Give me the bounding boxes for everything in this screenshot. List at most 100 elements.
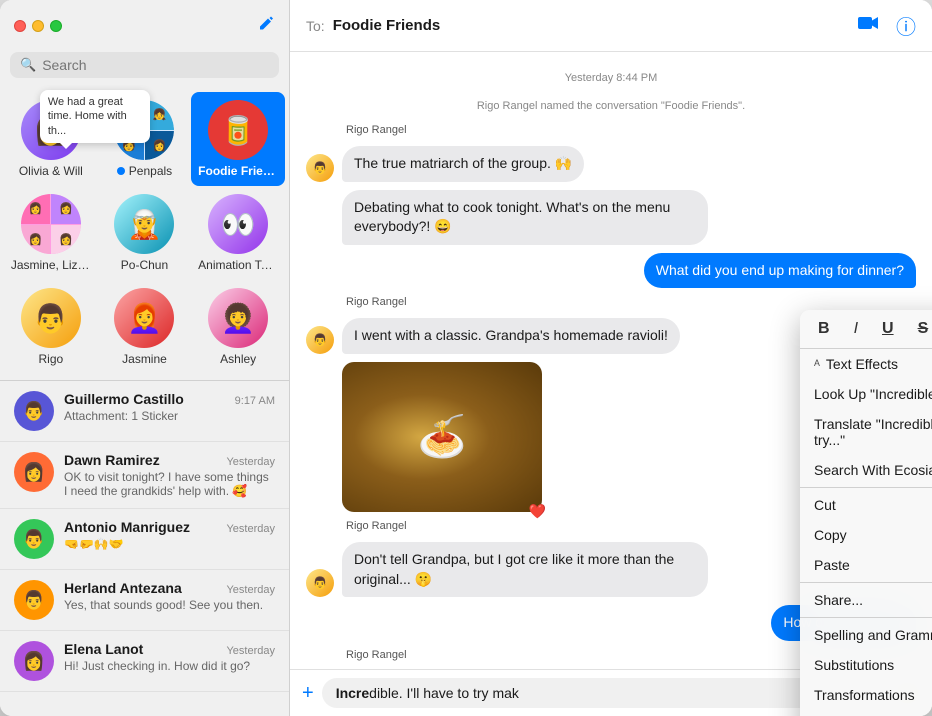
context-menu[interactable]: B I U S ᴬ Text Effects › Big Small xyxy=(800,310,932,716)
menu-item-spelling[interactable]: Spelling and Grammar › xyxy=(800,620,932,650)
sidebar: 🔍 We had a great time. Home with th... 👩… xyxy=(0,0,290,716)
titlebar xyxy=(0,0,289,52)
separator-3 xyxy=(800,617,932,618)
menu-item-copy[interactable]: Copy xyxy=(800,520,932,550)
contact-label-animation-team: Animation Team xyxy=(198,258,278,272)
sidebar-item-jasmine2[interactable]: 👩‍🦰 Jasmine xyxy=(98,280,192,374)
spelling-label: Spelling and Grammar xyxy=(814,627,932,643)
format-italic-button[interactable]: I xyxy=(850,318,862,340)
conv-item-herland[interactable]: 👨 Herland Antezana Yesterday Yes, that s… xyxy=(0,570,289,631)
contact-label-olivia-will: Olivia & Will xyxy=(19,164,83,178)
normal-text-portion: dible. I'll have to try mak xyxy=(369,685,519,701)
contacts-grid: We had a great time. Home with th... 👩 O… xyxy=(0,86,289,381)
avatar-ashley: 👩‍🦱 xyxy=(208,288,268,348)
menu-item-substitutions[interactable]: Substitutions › xyxy=(800,650,932,680)
separator-2 xyxy=(800,582,932,583)
msg-avatar-rigo5: 👨 xyxy=(306,569,334,597)
format-strikethrough-button[interactable]: S xyxy=(914,318,932,340)
heart-reaction: ❤️ xyxy=(529,503,546,520)
sidebar-item-jasmine-liz[interactable]: 👩 👩 👩 👩 Jasmine, Liz &... xyxy=(4,186,98,280)
compose-button[interactable] xyxy=(257,15,275,38)
copy-label: Copy xyxy=(814,527,847,543)
conv-info-elena: Elena Lanot Yesterday Hi! Just checking … xyxy=(64,641,275,673)
conv-preview-elena: Hi! Just checking in. How did it go? xyxy=(64,659,275,673)
menu-item-transformations[interactable]: Transformations › xyxy=(800,680,932,710)
conv-name-herland: Herland Antezana xyxy=(64,580,182,596)
avatar-elena: 👩 xyxy=(14,641,54,681)
contact-label-rigo: Rigo xyxy=(38,352,63,366)
to-label: To: xyxy=(306,18,325,34)
video-call-button[interactable] xyxy=(858,15,880,36)
search-input[interactable] xyxy=(42,57,269,73)
separator-1 xyxy=(800,487,932,488)
format-bold-button[interactable]: B xyxy=(814,318,834,340)
conv-preview-herland: Yes, that sounds good! See you then. xyxy=(64,598,275,612)
avatar-dawn: 👩 xyxy=(14,452,54,492)
conv-name-dawn: Dawn Ramirez xyxy=(64,452,160,468)
text-effects-icon: ᴬ xyxy=(814,357,820,372)
info-button[interactable]: ⓘ xyxy=(896,11,916,40)
menu-item-speech[interactable]: Speech › xyxy=(800,710,932,716)
sidebar-item-olivia-will[interactable]: We had a great time. Home with th... 👩 O… xyxy=(4,92,98,186)
avatar-antonio: 👨 xyxy=(14,519,54,559)
avatar-jasmine-liz: 👩 👩 👩 👩 xyxy=(21,194,81,254)
sender-label-rigo3: Rigo Rangel xyxy=(346,296,916,308)
menu-item-paste[interactable]: Paste xyxy=(800,550,932,580)
traffic-lights xyxy=(14,20,62,32)
system-message: Rigo Rangel named the conversation "Food… xyxy=(306,100,916,112)
chat-actions: ⓘ xyxy=(858,11,916,40)
conv-item-antonio[interactable]: 👨 Antonio Manriguez Yesterday 🤜🤛🙌🤝 xyxy=(0,509,289,570)
conv-preview-guillermo: Attachment: 1 Sticker xyxy=(64,409,275,423)
food-image: 🍝 xyxy=(342,362,542,512)
contact-label-jasmine2: Jasmine xyxy=(122,352,167,366)
sidebar-item-rigo[interactable]: 👨 Rigo xyxy=(4,280,98,374)
input-text-content: Incredible. I'll have to try mak xyxy=(336,685,519,701)
conv-name-antonio: Antonio Manriguez xyxy=(64,519,190,535)
search-icon: 🔍 xyxy=(20,57,36,73)
menu-item-cut[interactable]: Cut xyxy=(800,490,932,520)
bubble-m4: I went with a classic. Grandpa's homemad… xyxy=(342,318,680,354)
contact-label-penpals: Penpals xyxy=(117,164,172,178)
avatar-rigo: 👨 xyxy=(21,288,81,348)
conv-preview-antonio: 🤜🤛🙌🤝 xyxy=(64,537,275,551)
search-bar[interactable]: 🔍 xyxy=(10,52,279,78)
message-row-m2: 👨 Debating what to cook tonight. What's … xyxy=(306,190,916,245)
sidebar-item-ashley[interactable]: 👩‍🦱 Ashley xyxy=(191,280,285,374)
conv-preview-dawn: OK to visit tonight? I have some things … xyxy=(64,470,275,498)
menu-item-share[interactable]: Share... xyxy=(800,585,932,615)
main-content: To: Foodie Friends ⓘ Yesterday 8:44 PM R… xyxy=(290,0,932,716)
add-attachment-button[interactable]: + xyxy=(302,682,314,705)
paste-label: Paste xyxy=(814,557,850,573)
conv-item-elena[interactable]: 👩 Elena Lanot Yesterday Hi! Just checkin… xyxy=(0,631,289,692)
conv-item-dawn[interactable]: 👩 Dawn Ramirez Yesterday OK to visit ton… xyxy=(0,442,289,509)
close-button[interactable] xyxy=(14,20,26,32)
message-row-m3: What did you end up making for dinner? xyxy=(306,253,916,289)
translate-label: Translate "Incredible. I'll have to try.… xyxy=(814,416,932,448)
search-ecosia-label: Search With Ecosia xyxy=(814,462,932,478)
app-window: 🔍 We had a great time. Home with th... 👩… xyxy=(0,0,932,716)
avatar-animation-team: 👀 xyxy=(208,194,268,254)
menu-item-search-ecosia[interactable]: Search With Ecosia xyxy=(800,455,932,485)
bubble-m6: Don't tell Grandpa, but I got cre like i… xyxy=(342,542,708,597)
maximize-button[interactable] xyxy=(50,20,62,32)
sidebar-item-foodie-friends[interactable]: 🥫 Foodie Friends xyxy=(191,92,285,186)
conv-name-guillermo: Guillermo Castillo xyxy=(64,391,184,407)
menu-item-lookup[interactable]: Look Up "Incredible. I'll have to try...… xyxy=(800,379,932,409)
format-underline-button[interactable]: U xyxy=(878,318,898,340)
avatar-guillermo: 👨 xyxy=(14,391,54,431)
format-bar: B I U S xyxy=(800,310,932,349)
msg-avatar-rigo3: 👨 xyxy=(306,326,334,354)
contact-label-jasmine-liz: Jasmine, Liz &... xyxy=(11,258,91,272)
conv-item-guillermo[interactable]: 👨 Guillermo Castillo 9:17 AM Attachment:… xyxy=(0,381,289,442)
message-row-m1: 👨 The true matriarch of the group. 🙌 xyxy=(306,146,916,182)
menu-item-translate[interactable]: Translate "Incredible. I'll have to try.… xyxy=(800,409,932,455)
menu-item-text-effects[interactable]: ᴬ Text Effects › Big Small Shake Nod Exp… xyxy=(800,349,932,379)
transformations-label: Transformations xyxy=(814,687,915,703)
sidebar-item-po-chun[interactable]: 🧝 Po-Chun xyxy=(98,186,192,280)
sidebar-item-animation-team[interactable]: 👀 Animation Team xyxy=(191,186,285,280)
minimize-button[interactable] xyxy=(32,20,44,32)
conv-time-guillermo: 9:17 AM xyxy=(235,395,275,407)
avatar-foodie-friends: 🥫 xyxy=(208,100,268,160)
share-label: Share... xyxy=(814,592,863,608)
text-effects-label: Text Effects xyxy=(826,356,898,372)
